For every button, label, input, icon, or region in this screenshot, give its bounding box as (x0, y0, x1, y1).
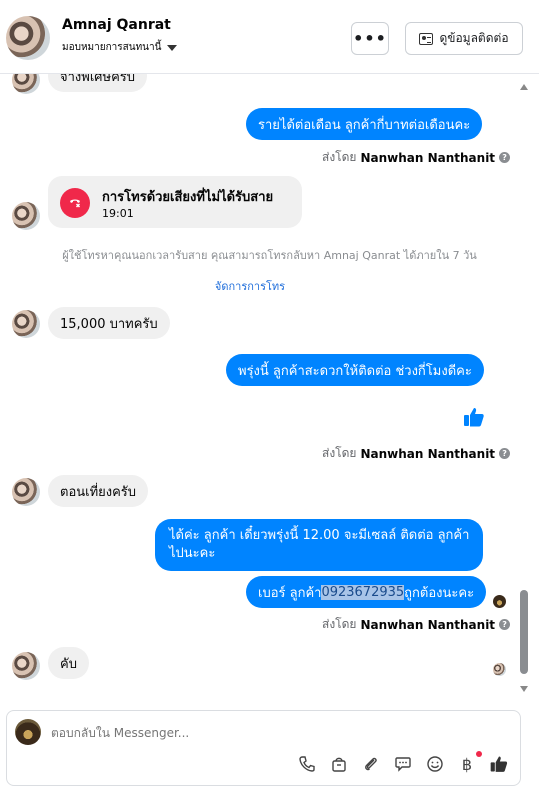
avatar (12, 310, 40, 338)
reply-input[interactable] (51, 723, 471, 743)
missed-call-card[interactable]: การโทรด้วยเสียงที่ไม่ได้รับสาย 19:01 (48, 176, 302, 228)
sent-by-label: ส่งโดย Nanwhan Nanthanit ? (322, 444, 511, 463)
call-notice: ผู้ใช้โทรหาคุณนอกเวลารับสาย คุณสามารถโทร… (62, 249, 477, 262)
avatar (12, 202, 40, 230)
more-options-button[interactable]: ••• (351, 22, 389, 55)
message-outgoing: พรุ่งนี้ ลูกค้าสะดวกให้ติดต่อ ช่วงกี่โมง… (226, 354, 484, 386)
help-icon[interactable]: ? (499, 619, 511, 630)
message-incoming: จ้างพิเศษครับ (48, 74, 148, 92)
avatar (12, 74, 40, 94)
sent-by-label: ส่งโดย Nanwhan Nanthanit ? (322, 615, 511, 634)
help-icon[interactable]: ? (499, 448, 511, 459)
message-outgoing: รายได้ต่อเดือน ลูกค้ากี่บาทต่อเดือนคะ (246, 108, 483, 140)
chat-bubble-icon[interactable] (392, 753, 414, 775)
phone-icon[interactable] (296, 753, 318, 775)
contact-card-icon (419, 32, 434, 45)
manage-calls-link[interactable]: จัดการการโทร (0, 277, 500, 295)
sender-name: Nanwhan Nanthanit (360, 617, 496, 632)
sent-by-label: ส่งโดย Nanwhan Nanthanit ? (322, 148, 511, 167)
missed-call-icon (60, 188, 90, 218)
emoji-icon[interactable] (424, 753, 446, 775)
phone-number-selected[interactable]: 0923672935 (321, 584, 405, 600)
call-title: การโทรด้วยเสียงที่ไม่ได้รับสาย (102, 190, 274, 205)
contact-avatar[interactable] (6, 16, 50, 60)
scroll-down-arrow-icon[interactable] (520, 686, 528, 692)
conversation-header: Amnaj Qanrat มอบหมายการสนทนานี้ ••• ดูข้… (0, 0, 539, 74)
view-contact-label: ดูข้อมูลติดต่อ (439, 31, 509, 45)
message-outgoing: ได้ค่ะ ลูกค้า เดี๋ยวพรุ่งนี้ 12.00 จะมีเ… (155, 519, 484, 571)
scroll-up-arrow-icon[interactable] (520, 84, 528, 90)
view-contact-button[interactable]: ดูข้อมูลติดต่อ (405, 22, 523, 55)
thumbs-up-icon (462, 405, 486, 429)
help-icon[interactable]: ? (499, 152, 511, 163)
message-line: ได้ค่ะ ลูกค้า เดี๋ยวพรุ่งนี้ 12.00 จะมีเ… (169, 528, 470, 543)
avatar (12, 478, 40, 506)
avatar (12, 652, 40, 680)
seen-avatar (493, 663, 506, 676)
message-text: เบอร์ ลูกค้า (258, 585, 322, 601)
read-receipt-avatar (493, 595, 506, 608)
contact-name[interactable]: Amnaj Qanrat (62, 17, 171, 33)
message-line: ไปนะคะ (169, 546, 216, 561)
baht-icon[interactable]: ฿ (456, 753, 478, 775)
message-incoming: คับ (48, 647, 89, 679)
scrollbar-thumb[interactable] (520, 590, 528, 674)
sender-name: Nanwhan Nanthanit (360, 150, 496, 165)
sent-by-prefix: ส่งโดย (322, 446, 357, 460)
message-thread[interactable]: จ้างพิเศษครับ รายได้ต่อเดือน ลูกค้ากี่บา… (0, 74, 539, 702)
assign-label: มอบหมายการสนทนานี้ (62, 42, 162, 53)
chevron-down-icon (167, 44, 178, 51)
chat-scrollbar[interactable] (517, 74, 531, 702)
page-avatar (15, 719, 41, 745)
sent-by-prefix: ส่งโดย (322, 150, 357, 164)
thumbs-up-send-icon[interactable] (488, 753, 510, 775)
message-incoming: ตอนเที่ยงครับ (48, 475, 149, 507)
call-time: 19:01 (102, 207, 134, 220)
paperclip-icon[interactable] (360, 753, 382, 775)
assign-conversation-dropdown[interactable]: มอบหมายการสนทนานี้ (62, 40, 178, 55)
message-incoming: 15,000 บาทครับ (48, 307, 170, 339)
sender-name: Nanwhan Nanthanit (360, 446, 496, 461)
bag-icon[interactable] (328, 753, 350, 775)
sent-by-prefix: ส่งโดย (322, 617, 357, 631)
message-text: ถูกต้องนะคะ (404, 585, 475, 601)
message-outgoing: เบอร์ ลูกค้า 0923672935 ถูกต้องนะคะ (246, 576, 487, 608)
composer-toolbar: ฿ (296, 753, 510, 775)
reply-composer: ฿ (6, 710, 521, 786)
